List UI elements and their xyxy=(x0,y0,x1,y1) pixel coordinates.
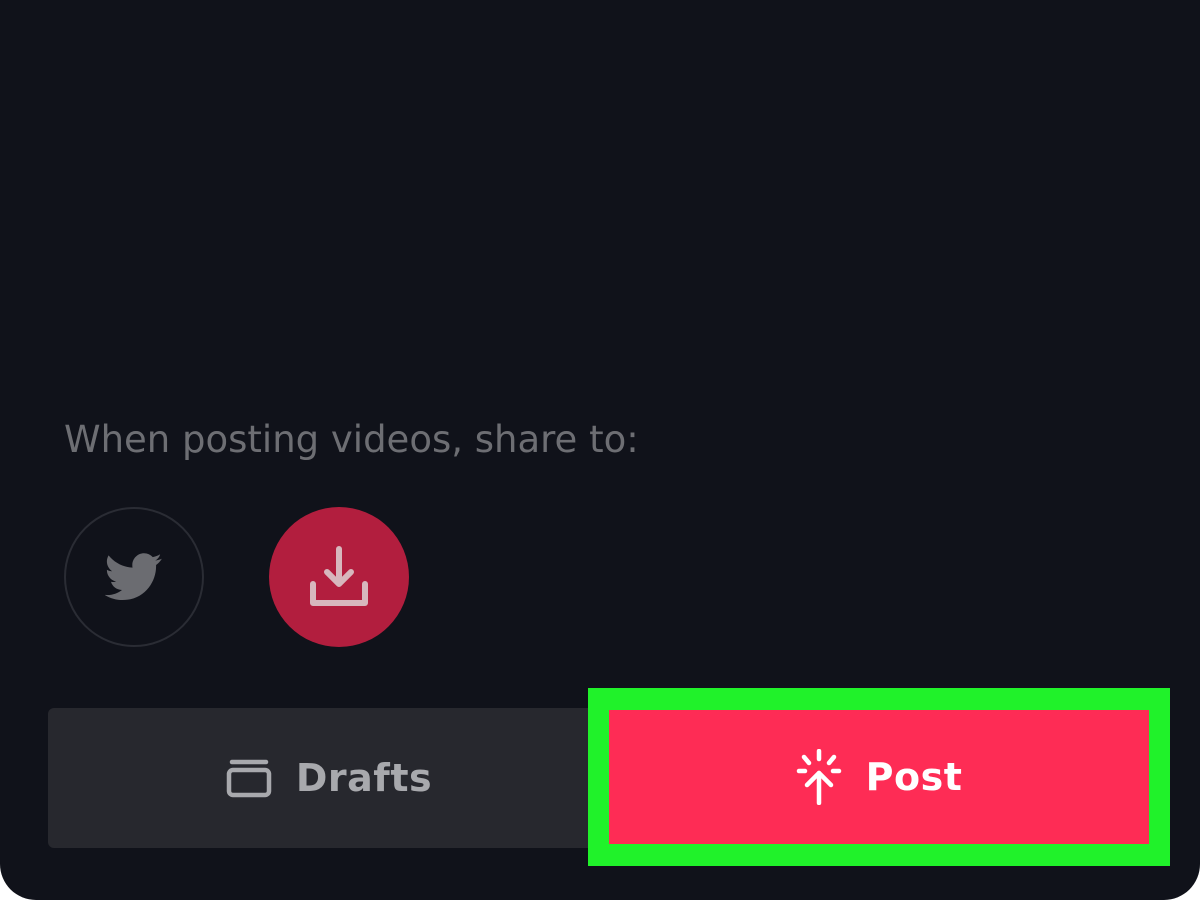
drafts-icon xyxy=(226,759,272,798)
twitter-icon xyxy=(105,553,162,601)
drafts-label: Drafts xyxy=(295,756,433,800)
post-settings-screen: When posting videos, share to: Drafts Po… xyxy=(0,0,1200,900)
download-icon xyxy=(310,546,368,606)
post-upload-icon xyxy=(796,749,841,805)
post-label: Post xyxy=(865,755,963,799)
share-to-label: When posting videos, share to: xyxy=(64,418,639,461)
post-button[interactable]: Post xyxy=(609,710,1149,844)
twitter-share-toggle[interactable] xyxy=(64,507,204,647)
save-to-device-toggle[interactable] xyxy=(269,507,409,647)
drafts-button[interactable]: Drafts xyxy=(48,708,610,848)
